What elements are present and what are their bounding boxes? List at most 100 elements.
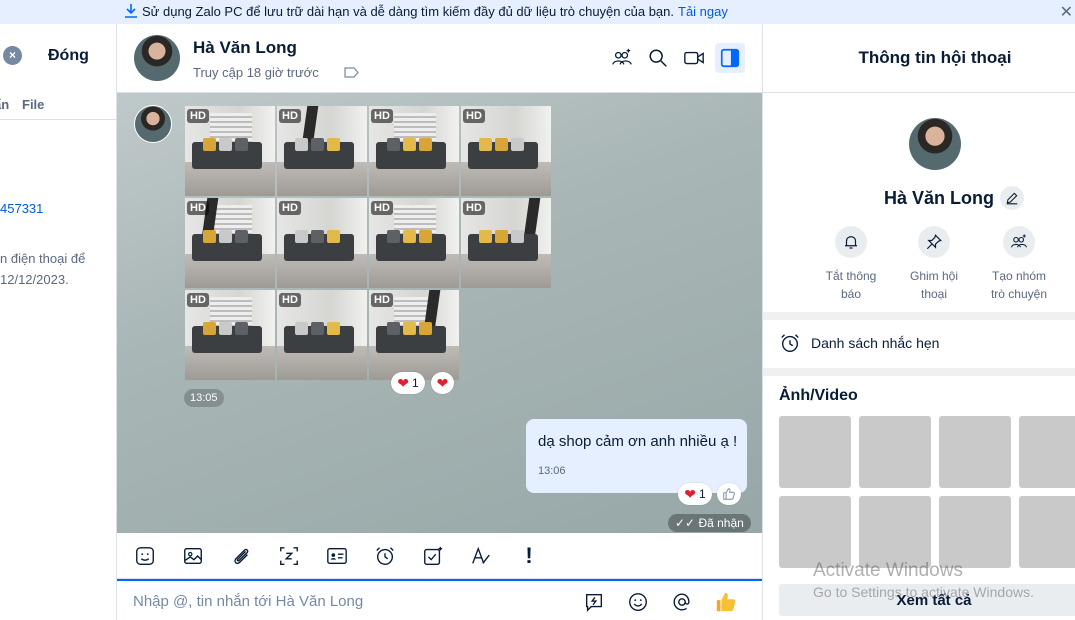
- hd-badge: HD: [187, 293, 209, 307]
- image-icon: [184, 547, 202, 565]
- quick-message-button[interactable]: [581, 589, 607, 615]
- contact-card-button[interactable]: [324, 543, 350, 569]
- pin-conversation-label: Ghim hội thoại: [909, 269, 959, 301]
- text-format-icon: [472, 546, 490, 564]
- chat-photo[interactable]: HD: [185, 198, 275, 288]
- hd-badge: HD: [279, 201, 301, 215]
- media-thumbnail[interactable]: [1019, 416, 1075, 488]
- hd-badge: HD: [463, 201, 485, 215]
- pencil-icon: [1006, 192, 1018, 205]
- media-thumbnail[interactable]: [859, 416, 931, 488]
- chat-photo[interactable]: HD: [277, 106, 367, 196]
- thumbs-up-icon: [716, 592, 736, 612]
- reminder-icon: [376, 547, 394, 565]
- todo-button[interactable]: [420, 543, 446, 569]
- media-thumbnail[interactable]: [859, 496, 931, 568]
- video-call-button[interactable]: [679, 43, 709, 73]
- chat-photo[interactable]: HD: [369, 290, 459, 380]
- like-reaction-button[interactable]: [717, 483, 741, 505]
- image-button[interactable]: [180, 543, 206, 569]
- media-section-title[interactable]: Ảnh/Video: [779, 387, 858, 405]
- chat-photo[interactable]: HD: [461, 106, 551, 196]
- thumbs-up-outline-icon: [723, 488, 735, 500]
- phone-number[interactable]: 457331: [0, 201, 43, 216]
- add-group-button[interactable]: [607, 43, 637, 73]
- media-thumbnail[interactable]: [939, 416, 1011, 488]
- tab-file[interactable]: File: [22, 97, 44, 112]
- download-icon: [125, 4, 137, 18]
- avatar[interactable]: [134, 35, 180, 81]
- media-thumbnail[interactable]: [939, 496, 1011, 568]
- reminder-list-item[interactable]: Danh sách nhắc hẹn: [779, 330, 1069, 356]
- reminder-button[interactable]: [372, 543, 398, 569]
- last-seen-status: Truy cập 18 giờ trước: [193, 65, 319, 80]
- see-all-button[interactable]: Xem tất cả: [779, 584, 1075, 616]
- create-group-label: Tạo nhóm trò chuyện: [990, 269, 1048, 301]
- profile-name: Hà Văn Long: [884, 188, 995, 208]
- send-like-button[interactable]: [713, 589, 739, 615]
- message-input[interactable]: [133, 589, 573, 613]
- chat-photo[interactable]: HD: [185, 106, 275, 196]
- search-button[interactable]: [643, 43, 673, 73]
- message-toolbar: !: [117, 533, 762, 579]
- chat-photo[interactable]: HD: [277, 290, 367, 380]
- hd-badge: HD: [371, 109, 393, 123]
- text-format-button[interactable]: [468, 543, 494, 569]
- chat-photo[interactable]: HD: [369, 198, 459, 288]
- chat-photo[interactable]: HD: [185, 290, 275, 380]
- divider: [763, 368, 1075, 376]
- mute-notifications-button[interactable]: Tắt thông báo: [811, 226, 891, 303]
- toggle-sidebar-button[interactable]: [715, 43, 745, 73]
- close-banner-icon[interactable]: ✕: [1060, 2, 1073, 22]
- add-group-icon: [612, 48, 632, 65]
- sender-avatar[interactable]: [134, 105, 172, 143]
- add-group-icon: [1010, 234, 1028, 248]
- hd-badge: HD: [187, 109, 209, 123]
- video-call-icon: [684, 51, 704, 65]
- todo-icon: [424, 546, 443, 565]
- banner-text: Sử dụng Zalo PC để lưu trữ dài hạn và dễ…: [142, 4, 728, 19]
- media-thumbnail[interactable]: [1019, 496, 1075, 568]
- toggle-sidebar-icon: [720, 48, 740, 68]
- mention-button[interactable]: [669, 589, 695, 615]
- close-label[interactable]: Đóng: [48, 47, 89, 65]
- urgent-icon: !: [525, 543, 533, 568]
- media-thumbnail[interactable]: [779, 416, 851, 488]
- chat-photo[interactable]: HD: [277, 198, 367, 288]
- album-reaction-count[interactable]: ❤ 1: [391, 372, 425, 394]
- pin-conversation-button[interactable]: Ghim hội thoại: [894, 226, 974, 303]
- attachment-button[interactable]: [228, 543, 254, 569]
- chat-body[interactable]: HD HD HD HD HD HD HD HD HD HD HD 13:05 ❤ 1 ❤ dạ sho…: [117, 93, 762, 533]
- sticker-button[interactable]: [132, 543, 158, 569]
- hd-badge: HD: [371, 201, 393, 215]
- screenshot-button[interactable]: [276, 543, 302, 569]
- quick-message-icon: [585, 593, 603, 612]
- my-message-text: dạ shop cảm ơn anh nhiều ạ !: [538, 433, 738, 450]
- emoji-button[interactable]: [625, 589, 651, 615]
- media-thumbnail[interactable]: [779, 496, 851, 568]
- divider: [763, 312, 1075, 320]
- composer: [117, 579, 762, 620]
- my-reaction-count[interactable]: ❤ 1: [678, 483, 712, 505]
- create-group-button[interactable]: Tạo nhóm trò chuyện: [979, 226, 1059, 303]
- contact-name[interactable]: Hà Văn Long: [193, 38, 297, 58]
- heart-reaction-button[interactable]: ❤: [431, 372, 454, 394]
- chat-photo[interactable]: HD: [461, 198, 551, 288]
- mention-icon: [673, 593, 690, 611]
- download-now-link[interactable]: Tải ngay: [678, 4, 728, 19]
- edit-name-button[interactable]: [1000, 186, 1024, 210]
- tag-icon[interactable]: [344, 67, 359, 78]
- chat-photo[interactable]: HD: [369, 106, 459, 196]
- contact-card-icon: [327, 547, 347, 565]
- sticker-icon: [136, 547, 154, 565]
- pin-icon: [926, 234, 942, 250]
- hd-badge: HD: [187, 201, 209, 215]
- conversation-info-panel: Thông tin hội thoại Hà Văn Long Tắt thôn…: [762, 24, 1075, 620]
- close-circle-icon[interactable]: ×: [3, 46, 22, 65]
- received-status: ✓✓ Đã nhận: [668, 514, 751, 532]
- my-message-bubble[interactable]: dạ shop cảm ơn anh nhiều ạ ! 13:06: [526, 419, 747, 493]
- attachment-icon: [234, 548, 249, 565]
- profile-avatar[interactable]: [909, 118, 961, 170]
- urgent-button[interactable]: !: [516, 543, 542, 569]
- tab-partial[interactable]: ẩn: [0, 97, 9, 112]
